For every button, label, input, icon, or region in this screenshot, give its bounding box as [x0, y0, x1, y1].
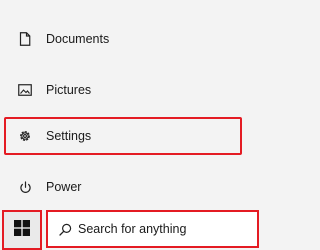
search-icon: [58, 222, 72, 236]
menu-item-pictures-label: Pictures: [46, 83, 92, 97]
menu-item-power-label: Power: [46, 180, 82, 194]
menu-item-settings[interactable]: Settings: [0, 119, 240, 153]
gear-icon: [18, 129, 32, 143]
menu-item-pictures[interactable]: Pictures: [0, 73, 240, 107]
picture-icon: [18, 83, 32, 97]
menu-item-documents[interactable]: Documents: [0, 22, 240, 56]
search-box[interactable]: [46, 210, 259, 248]
start-button[interactable]: [2, 210, 42, 250]
document-icon: [18, 32, 32, 46]
menu-item-documents-label: Documents: [46, 32, 110, 46]
menu-item-power[interactable]: Power: [0, 170, 240, 204]
menu-item-settings-label: Settings: [46, 129, 92, 143]
power-icon: [18, 180, 32, 194]
taskbar: [0, 208, 261, 250]
search-input[interactable]: [78, 222, 248, 236]
windows-logo-icon: [14, 219, 30, 241]
